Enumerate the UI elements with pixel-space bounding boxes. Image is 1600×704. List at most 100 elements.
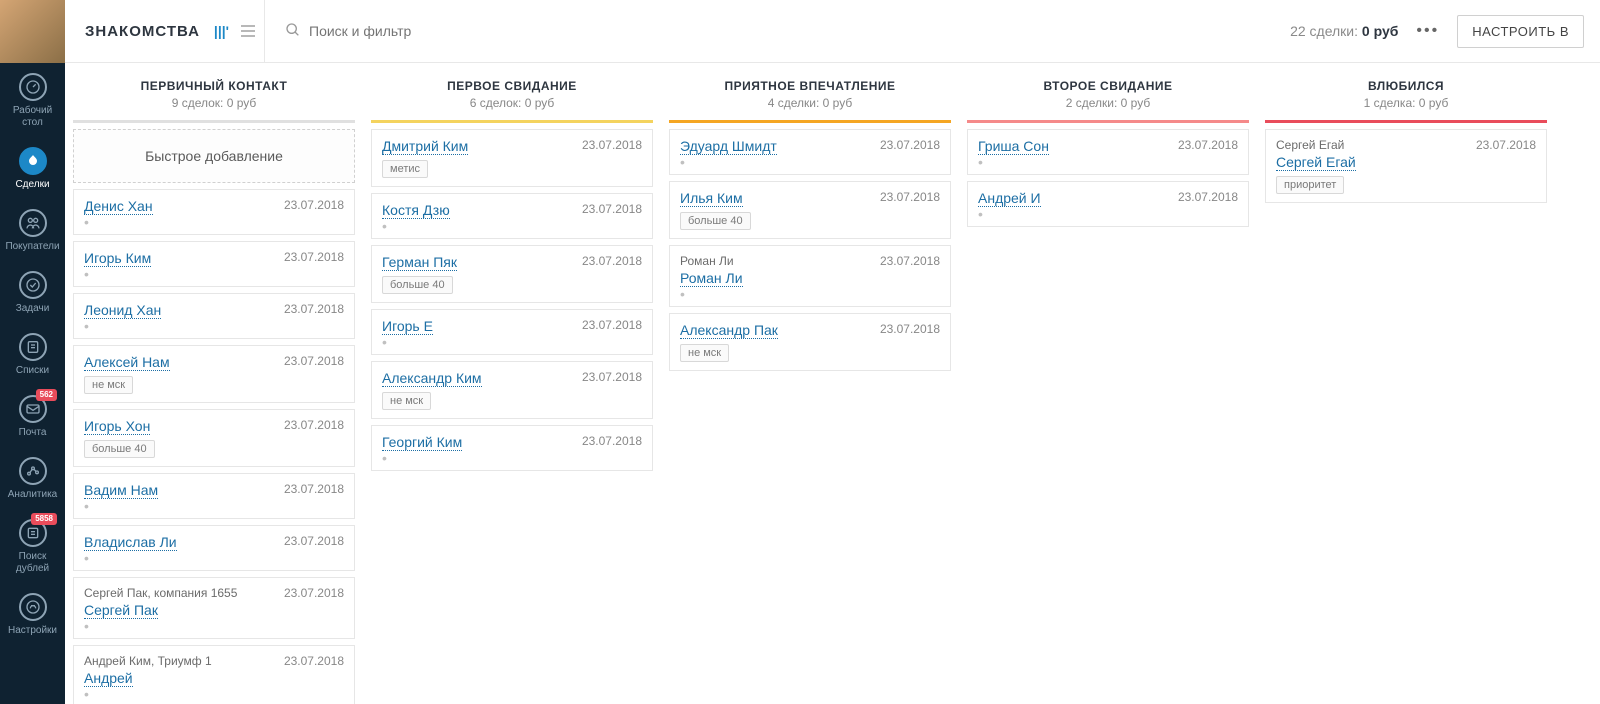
- card-name: Гриша Сон: [978, 138, 1049, 155]
- card-name: Сергей Егай: [1276, 154, 1356, 171]
- nav-label: Почта: [19, 427, 47, 439]
- nav-label: Задачи: [16, 303, 50, 315]
- deal-card[interactable]: Андрей Ким, Триумф 1Андрей23.07.2018•: [73, 645, 355, 704]
- nav-badge: 5858: [31, 513, 57, 525]
- card-date: 23.07.2018: [284, 482, 344, 496]
- deal-card[interactable]: Леонид Хан23.07.2018•: [73, 293, 355, 339]
- card-date: 23.07.2018: [582, 434, 642, 448]
- tag: больше 40: [680, 212, 751, 230]
- more-icon[interactable]: •••: [1416, 22, 1439, 40]
- column-color-bar: [371, 120, 653, 123]
- quick-add[interactable]: Быстрое добавление: [73, 129, 355, 183]
- tag: не мск: [680, 344, 729, 362]
- card-name: Владислав Ли: [84, 534, 177, 551]
- card-date: 23.07.2018: [880, 190, 940, 204]
- nav-item-5[interactable]: Почта 562: [0, 385, 65, 447]
- card-date: 23.07.2018: [284, 198, 344, 212]
- deal-card[interactable]: Владислав Ли23.07.2018•: [73, 525, 355, 571]
- nav-label: Рабочий стол: [13, 105, 52, 129]
- tag: больше 40: [84, 440, 155, 458]
- card-name: Дмитрий Ким: [382, 138, 468, 155]
- card-name: Денис Хан: [84, 198, 153, 215]
- card-date: 23.07.2018: [582, 138, 642, 152]
- card-name: Вадим Нам: [84, 482, 158, 499]
- deal-card[interactable]: Игорь Е23.07.2018•: [371, 309, 653, 355]
- column: ПЕРВОЕ СВИДАНИЕ 6 сделок: 0 руб Дмитрий Ки…: [363, 71, 661, 704]
- deal-card[interactable]: Игорь Хон23.07.2018больше 40: [73, 409, 355, 467]
- nav-label: Настройки: [8, 625, 57, 637]
- card-name: Андрей И: [978, 190, 1041, 207]
- nav-badge: 562: [36, 389, 57, 401]
- card-status-dot: •: [680, 290, 940, 298]
- card-contact: Сергей Егай: [1276, 138, 1356, 152]
- column-title: ВЛЮБИЛСЯ: [1261, 79, 1551, 93]
- card-name: Илья Ким: [680, 190, 743, 207]
- deal-card[interactable]: Андрей И23.07.2018•: [967, 181, 1249, 227]
- deal-card[interactable]: Сергей ЕгайСергей Егай23.07.2018приорите…: [1265, 129, 1547, 203]
- card-name: Игорь Е: [382, 318, 433, 335]
- card-name: Костя Дзю: [382, 202, 450, 219]
- deal-card[interactable]: Сергей Пак, компания 1655Сергей Пак23.07…: [73, 577, 355, 639]
- nav-label: Сделки: [15, 179, 49, 191]
- avatar[interactable]: [0, 0, 65, 63]
- deal-card[interactable]: Роман ЛиРоман Ли23.07.2018•: [669, 245, 951, 307]
- card-status-dot: •: [84, 270, 344, 278]
- deal-card[interactable]: Георгий Ким23.07.2018•: [371, 425, 653, 471]
- main: ЗНАКОМСТВА |||' 22 сделки: 0 руб ••• НАС…: [65, 0, 1600, 704]
- kanban-board: ПЕРВИЧНЫЙ КОНТАКТ9 сделок: 0 рубБыстрое …: [65, 63, 1600, 704]
- header: ЗНАКОМСТВА |||' 22 сделки: 0 руб ••• НАС…: [65, 0, 1600, 63]
- card-date: 23.07.2018: [880, 138, 940, 152]
- nav-item-6[interactable]: Аналитика: [0, 447, 65, 509]
- search-input[interactable]: [309, 23, 509, 39]
- card-date: 23.07.2018: [582, 254, 642, 268]
- nav-label: Поиск дублей: [16, 551, 49, 575]
- column-sub: 6 сделок: 0 руб: [367, 96, 657, 110]
- deal-card[interactable]: Герман Пяк23.07.2018больше 40: [371, 245, 653, 303]
- card-date: 23.07.2018: [582, 318, 642, 332]
- deal-card[interactable]: Денис Хан 23.07.2018 •: [73, 189, 355, 235]
- card-contact: Андрей Ким, Триумф 1: [84, 654, 212, 668]
- deal-card[interactable]: Дмитрий Ким23.07.2018метис: [371, 129, 653, 187]
- nav-icon: [19, 457, 47, 485]
- sidebar: Рабочий стол Сделки Покупатели Задачи Списки…: [0, 0, 65, 704]
- nav-item-3[interactable]: Задачи: [0, 261, 65, 323]
- deal-card[interactable]: Игорь Ким23.07.2018•: [73, 241, 355, 287]
- column: ПРИЯТНОЕ ВПЕЧАТЛЕНИЕ 4 сделки: 0 руб Эдуар…: [661, 71, 959, 704]
- card-name: Игорь Хон: [84, 418, 150, 435]
- card-name: Эдуард Шмидт: [680, 138, 777, 155]
- nav-label: Списки: [16, 365, 49, 377]
- card-status-dot: •: [84, 218, 344, 226]
- deal-card[interactable]: Алексей Нам23.07.2018не мск: [73, 345, 355, 403]
- nav-item-8[interactable]: Настройки: [0, 583, 65, 645]
- column-title: ПЕРВОЕ СВИДАНИЕ: [367, 79, 657, 93]
- menu-icon[interactable]: [241, 25, 255, 37]
- deal-card[interactable]: Илья Ким 23.07.2018 больше 40: [669, 181, 951, 239]
- card-status-dot: •: [382, 454, 642, 462]
- card-date: 23.07.2018: [880, 322, 940, 336]
- pipeline-view-icon[interactable]: |||': [214, 23, 229, 39]
- nav-item-2[interactable]: Покупатели: [0, 199, 65, 261]
- column-title: ПРИЯТНОЕ ВПЕЧАТЛЕНИЕ: [665, 79, 955, 93]
- card-date: 23.07.2018: [582, 202, 642, 216]
- card-name: Сергей Пак: [84, 602, 158, 619]
- column-sub: 4 сделки: 0 руб: [665, 96, 955, 110]
- deal-card[interactable]: Вадим Нам23.07.2018•: [73, 473, 355, 519]
- column-title: ПЕРВИЧНЫЙ КОНТАКТ: [69, 79, 359, 93]
- nav-icon: [19, 271, 47, 299]
- card-name: Герман Пяк: [382, 254, 457, 271]
- deal-card[interactable]: Александр Ким23.07.2018не мск: [371, 361, 653, 419]
- tag: не мск: [84, 376, 133, 394]
- nav-item-7[interactable]: Поиск дублей 5858: [0, 509, 65, 583]
- nav-item-4[interactable]: Списки: [0, 323, 65, 385]
- column-color-bar: [967, 120, 1249, 123]
- deal-card[interactable]: Гриша Сон23.07.2018•: [967, 129, 1249, 175]
- page-title: ЗНАКОМСТВА: [85, 23, 200, 40]
- nav-item-1[interactable]: Сделки: [0, 137, 65, 199]
- settings-button[interactable]: НАСТРОИТЬ В: [1457, 15, 1584, 48]
- deal-card[interactable]: Костя Дзю23.07.2018•: [371, 193, 653, 239]
- card-date: 23.07.2018: [880, 254, 940, 268]
- deal-card[interactable]: Эдуард Шмидт23.07.2018•: [669, 129, 951, 175]
- nav-icon: [19, 147, 47, 175]
- deal-card[interactable]: Александр Пак23.07.2018не мск: [669, 313, 951, 371]
- nav-item-0[interactable]: Рабочий стол: [0, 63, 65, 137]
